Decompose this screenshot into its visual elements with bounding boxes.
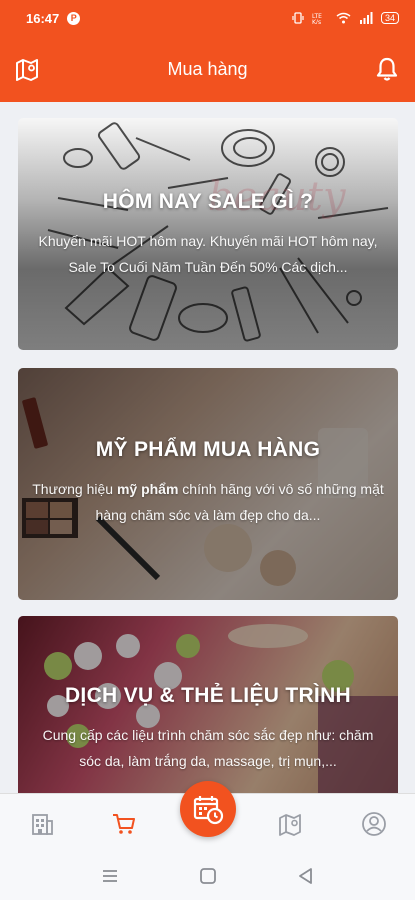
building-icon [32,814,53,835]
svg-text:K/s: K/s [312,19,321,24]
triangle-back-icon [299,868,312,884]
cart-icon [113,814,135,834]
nav-map[interactable] [276,810,304,838]
map-pin-icon [279,814,301,836]
wifi-icon [336,12,351,24]
user-icon [362,812,386,836]
calendar-clock-icon [193,796,224,825]
card-services[interactable]: DỊCH VỤ & THẺ LIỆU TRÌNH Cung cấp các li… [18,616,398,793]
map-icon [16,59,38,81]
vibrate-icon [292,12,304,24]
card-title: HÔM NAY SALE GÌ ? [102,190,314,213]
battery-indicator: 34 [380,12,399,24]
card-sale-today[interactable]: beauty HÔM NAY SALE GÌ ? Khuyến mãi HOT … [18,118,398,350]
nav-shopping[interactable] [110,810,138,838]
notification-app-icon: P [67,11,81,25]
content-feed[interactable]: beauty HÔM NAY SALE GÌ ? Khuyến mãi HOT … [18,118,398,793]
status-time: 16:47 [26,10,60,26]
data-speed-icon: LTEK/s [312,13,322,24]
bell-icon [376,57,398,81]
card-description: Cung cấp các liệu trình chăm sóc sắc đẹp… [42,727,374,769]
square-icon [200,868,216,884]
card-cosmetics[interactable]: MỸ PHẨM MUA HÀNG Thương hiệu mỹ phẩm chí… [18,368,398,600]
back-button[interactable] [296,866,316,886]
notifications-button[interactable] [373,55,401,83]
booking-button[interactable] [180,781,236,837]
page-title: Mua hàng [167,58,248,79]
status-bar: 16:47 P LTE K/s 34 [0,0,415,36]
home-button[interactable] [198,866,218,886]
card-title: DỊCH VỤ & THẺ LIỆU TRÌNH [64,684,352,707]
system-navigation-bar [0,849,415,900]
recents-button[interactable] [100,866,120,886]
nav-account[interactable] [360,810,388,838]
card-description: Thương hiệu mỹ phẩm chính hãng với vô số… [32,481,384,523]
app-bar: Mua hàng [0,36,415,102]
card-description: Khuyến mãi HOT hôm nay. Khuyến mãi HOT h… [38,233,378,275]
signal-icon [359,12,373,24]
card-title: MỸ PHẨM MUA HÀNG [95,438,321,461]
map-button[interactable] [14,56,40,82]
menu-icon [103,870,117,882]
nav-home[interactable] [28,810,56,838]
